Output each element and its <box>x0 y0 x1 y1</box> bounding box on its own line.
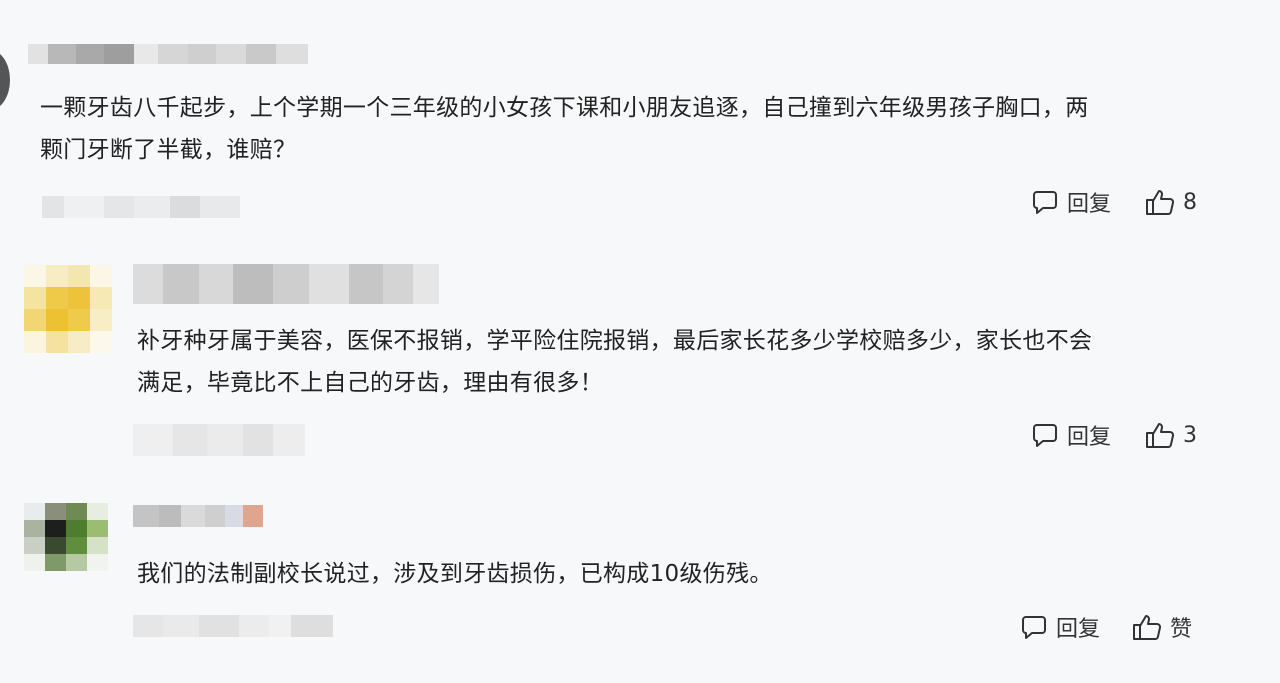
like-count: 8 <box>1183 189 1198 215</box>
comment-text: 一颗牙齿八千起步，上个学期一个三年级的小女孩下课和小朋友追逐，自己撞到六年级男孩… <box>40 87 1240 171</box>
avatar <box>24 265 112 353</box>
like-count: 3 <box>1183 422 1198 448</box>
reply-button[interactable]: 回复 <box>1031 186 1111 218</box>
like-button[interactable]: 赞 <box>1132 611 1192 643</box>
comment-text-line: 满足，毕竟比不上自己的牙齿，理由有很多！ <box>137 370 603 396</box>
comment-text: 我们的法制副校长说过，涉及到牙齿损伤，已构成10级伤残。 <box>137 553 1217 595</box>
blurred-timestamp <box>133 615 347 637</box>
comment-text-line: 颗门牙断了半截，谁赔？ <box>40 137 297 163</box>
comment-actions: 回复 3 <box>1031 419 1197 451</box>
like-button[interactable]: 8 <box>1145 188 1197 216</box>
blurred-username <box>133 505 263 527</box>
thumbs-up-icon <box>1145 188 1175 216</box>
blurred-username <box>133 264 439 304</box>
comment-text-line: 我们的法制副校长说过，涉及到牙齿损伤，已构成10级伤残。 <box>137 561 773 587</box>
comment-bubble-icon <box>1031 421 1059 449</box>
reply-label: 回复 <box>1056 617 1101 642</box>
comment-bubble-icon <box>1020 613 1048 641</box>
reply-button[interactable]: 回复 <box>1031 419 1111 451</box>
comment-text-line: 补牙种牙属于美容，医保不报销，学平险住院报销，最后家长花多少学校赔多少，家长也不… <box>137 328 1093 354</box>
comment-text: 补牙种牙属于美容，医保不报销，学平险住院报销，最后家长花多少学校赔多少，家长也不… <box>137 320 1217 404</box>
comment-bubble-icon <box>1031 188 1059 216</box>
blurred-username <box>28 44 308 64</box>
avatar <box>24 503 108 571</box>
reply-label: 回复 <box>1067 192 1112 217</box>
cropped-avatar <box>0 50 10 110</box>
reply-label: 回复 <box>1067 425 1112 450</box>
comment-actions: 回复 8 <box>1031 186 1197 218</box>
comment-actions: 回复 赞 <box>1020 611 1192 643</box>
thumbs-up-icon <box>1145 421 1175 449</box>
thumbs-up-icon <box>1132 613 1162 641</box>
blurred-timestamp <box>42 196 242 218</box>
like-label: 赞 <box>1170 617 1193 642</box>
blurred-timestamp <box>133 424 305 456</box>
like-button[interactable]: 3 <box>1145 421 1197 449</box>
comment-text-line: 一颗牙齿八千起步，上个学期一个三年级的小女孩下课和小朋友追逐，自己撞到六年级男孩… <box>40 95 1089 121</box>
reply-button[interactable]: 回复 <box>1020 611 1100 643</box>
